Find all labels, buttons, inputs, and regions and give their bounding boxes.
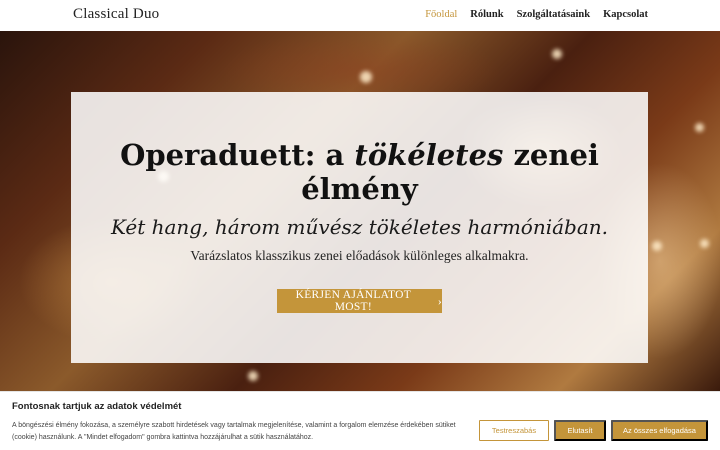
nav-item-kapcsolat[interactable]: Kapcsolat: [603, 9, 648, 20]
main-nav: Főoldal Rólunk Szolgáltatásaink Kapcsola…: [425, 9, 648, 20]
chandelier-light: [700, 239, 709, 248]
hero-headline: Operaduett: a tökéletes zenei élmény: [71, 138, 648, 206]
nav-item-szolgaltatasaink[interactable]: Szolgáltatásaink: [517, 9, 591, 20]
request-quote-button[interactable]: KÉRJEN AJÁNLATOT MOST! ›: [277, 289, 442, 313]
cookie-description: A böngészési élmény fokozása, a személyr…: [12, 422, 456, 441]
chevron-right-icon: ›: [437, 293, 442, 308]
reject-button[interactable]: Elutasít: [554, 420, 606, 441]
headline-text: zenei: [503, 138, 599, 172]
chandelier-light: [360, 71, 372, 83]
headline-text: élmény: [301, 172, 418, 206]
nav-item-rolunk[interactable]: Rólunk: [470, 9, 503, 20]
nav-item-fooldal[interactable]: Főoldal: [425, 9, 457, 20]
accept-all-button[interactable]: Az összes elfogadása: [611, 420, 708, 441]
chandelier-light: [652, 241, 662, 251]
site-logo[interactable]: Classical Duo: [73, 6, 159, 23]
headline-emphasis: tökéletes: [354, 138, 504, 172]
chandelier-light: [248, 371, 258, 381]
headline-text: Operaduett: a: [120, 138, 355, 172]
hero-lead-text: Varázslatos klasszikus zenei előadások k…: [190, 248, 529, 263]
customize-button[interactable]: Testreszabás: [479, 420, 549, 441]
hero-card: Operaduett: a tökéletes zenei élmény Két…: [71, 92, 648, 363]
chandelier-light: [695, 123, 704, 132]
hero-subheading: Két hang, három művész tökéletes harmóni…: [110, 215, 608, 239]
chandelier-light: [552, 49, 562, 59]
site-header: Classical Duo Főoldal Rólunk Szolgáltatá…: [0, 0, 720, 31]
cookie-consent-banner: Fontosnak tartjuk az adatok védelmét A b…: [0, 391, 720, 450]
cookie-title: Fontosnak tartjuk az adatok védelmét: [12, 401, 182, 412]
hero-background: Operaduett: a tökéletes zenei élmény Két…: [0, 31, 720, 391]
cta-label: KÉRJEN AJÁNLATOT MOST!: [295, 289, 412, 313]
